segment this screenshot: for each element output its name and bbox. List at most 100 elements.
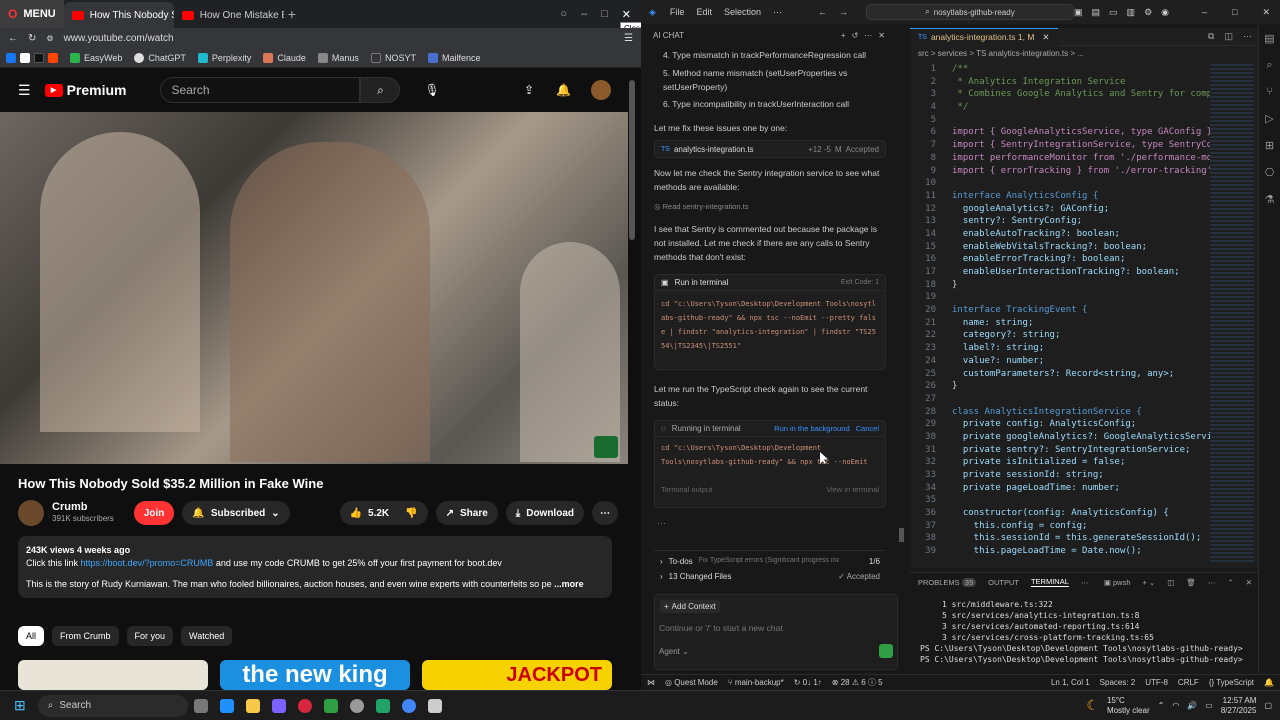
end-of-line[interactable]: CRLF [1178,678,1199,687]
opera-icon[interactable] [297,698,312,713]
close-window-icon[interactable]: ✕ [622,8,631,21]
run-in-background-button[interactable]: Run in the background [774,424,849,433]
more-actions-button[interactable]: ⋯ [592,501,618,525]
reload-icon[interactable]: ↻ [28,33,36,44]
trash-icon[interactable]: 🗑 [1186,578,1196,587]
channel-name[interactable]: Crumb [52,502,114,513]
problems-status[interactable]: ⊗ 28 ⚠ 6 ⓘ 5 [832,677,883,688]
copilot-icon[interactable] [219,698,234,713]
back-icon[interactable]: ← [8,33,18,44]
editor-tab[interactable]: TS analytics-integration.ts 1, M ✕ [910,27,1058,46]
close-window-icon[interactable]: ✕ [1262,7,1270,18]
menu-selection[interactable]: Selection [724,7,761,17]
maximize-icon[interactable]: □ [1232,7,1237,18]
chat-input[interactable]: Continue or '/' to start a new chat [655,618,897,638]
menu-edit[interactable]: Edit [696,7,712,17]
tab-output[interactable]: OUTPUT [988,578,1019,587]
breadcrumb[interactable]: src > services > TS analytics-integratio… [910,46,1260,62]
close-tab-icon[interactable]: ✕ [1042,32,1049,43]
search-tabs-icon[interactable]: ○ [560,8,567,20]
clock[interactable]: 12:57 AM 8/27/2025 [1221,696,1257,716]
maximize-panel-icon[interactable]: ⌃ [1227,578,1233,587]
url-field[interactable]: www.youtube.com/watch [64,33,614,44]
terminal-output[interactable]: 1 src/middleware.ts:322 5 src/services/a… [910,591,1260,665]
app-icon[interactable] [349,698,364,713]
recommended-thumbnail[interactable] [18,660,208,690]
search-icon[interactable]: ⌕ [1266,59,1272,72]
split-terminal-icon[interactable]: ◫ [1167,578,1174,587]
bookmark-mailfence[interactable]: Mailfence [427,52,480,63]
layout-icon[interactable]: ▣ [1074,7,1083,18]
voice-search-icon[interactable]: 🎙 [424,83,439,97]
thumbs-down-icon[interactable]: 👎 [405,508,417,519]
youtube-logo[interactable]: ▶ Premium [44,82,126,98]
git-branch[interactable]: ⑂ main-backup* [728,678,784,687]
weather-widget[interactable]: 15°C Mostly clear [1107,696,1150,716]
explorer-icon[interactable]: ▤ [1264,32,1274,45]
maximize-icon[interactable]: □ [601,8,608,20]
chip-all[interactable]: All [18,626,45,646]
site-info-icon[interactable]: ⚙ [46,34,53,43]
menu-file[interactable]: File [670,7,685,17]
changed-files-row[interactable]: › 13 Changed Files ✓ Accepted [654,566,886,581]
sidebar-toggle-icon[interactable]: ▤ [1092,7,1101,18]
tab-terminal[interactable]: TERMINAL [1030,577,1069,587]
join-button[interactable]: Join [133,501,175,525]
create-icon[interactable]: ⇪ [524,83,534,97]
promo-link[interactable]: https://boot.dev/?promo=CRUMB [81,558,214,568]
sync-status[interactable]: ↻ 0↓ 1↑ [794,678,822,687]
channel-avatar[interactable] [18,500,44,526]
hamburger-menu-icon[interactable]: ☰ [18,82,31,99]
chat-input-box[interactable]: + Add Context Continue or '/' to start a … [654,594,898,670]
send-button[interactable] [879,644,893,658]
new-terminal-icon[interactable]: + ⌄ [1143,578,1156,587]
minimize-icon[interactable]: – [1202,7,1207,18]
search-input[interactable]: Search [160,77,361,103]
app-icon[interactable] [271,698,286,713]
taskbar-search[interactable]: ⌕ Search [37,694,188,717]
recommended-thumbnail[interactable]: JACKPOT [422,660,612,690]
chip-from-crumb[interactable]: From Crumb [52,626,119,646]
run-debug-icon[interactable]: ▷ [1265,112,1273,125]
notifications-icon[interactable]: 🔔 [1264,678,1274,687]
bookmark-manus[interactable]: Manus [317,52,359,63]
quest-mode[interactable]: ◎ Quest Mode [665,678,718,687]
chat-scrollbar[interactable] [896,28,906,548]
video-description[interactable]: 243K views 4 weeks ago Click this link h… [18,536,612,598]
edited-file-chip[interactable]: TS analytics-integration.ts +12 -5 M Acc… [654,140,886,158]
secondary-sidebar-icon[interactable]: ▥ [1127,7,1136,18]
cancel-button[interactable]: Cancel [856,424,879,433]
task-view-icon[interactable] [193,698,208,713]
todos-row[interactable]: › To-dos Fix TypeScript errors (Signific… [654,551,886,566]
minimap[interactable] [1210,64,1254,564]
avatar[interactable] [591,80,611,100]
agent-mode-dropdown[interactable]: Agent ⌄ [659,647,689,656]
terminal-output-toggle[interactable]: Terminal output [661,485,712,494]
bookmark-claude[interactable]: Claude [263,52,306,63]
wifi-icon[interactable]: ◠ [1172,701,1179,710]
panel-toggle-icon[interactable]: ▭ [1109,7,1118,18]
like-button[interactable]: 👍 5.2K 👎 [339,501,428,525]
cursor-position[interactable]: Ln 1, Col 1 [1051,678,1090,687]
bookmark-easyweb[interactable]: EasyWeb [70,52,122,63]
settings-gear-icon[interactable]: ⚙ [1144,7,1152,18]
add-context-button[interactable]: + Add Context [660,600,720,613]
share-button[interactable]: ↗ Share [435,501,498,525]
nav-forward-icon[interactable]: → [839,7,848,17]
more-actions-icon[interactable]: ⋯ [1208,578,1216,587]
windows-start-icon[interactable]: ⊞ [14,697,26,714]
chip-for-you[interactable]: For you [126,626,174,646]
remote-indicator-icon[interactable]: ⋈ [647,678,655,687]
recommended-thumbnail[interactable]: the new king [220,660,410,690]
extensions-icon[interactable]: ☰ [624,33,633,44]
search-button[interactable]: ⌕ [360,77,401,103]
download-button[interactable]: ⤓ Download [505,501,584,525]
more-menus-icon[interactable]: ⋯ [773,7,782,18]
volume-icon[interactable]: 🔊 [1187,701,1197,710]
excel-icon[interactable] [375,698,390,713]
show-more-link[interactable]: ...more [554,579,584,589]
remote-icon[interactable]: ⎔ [1265,166,1275,179]
read-file-step[interactable]: ◎ Read sentry-integration.ts [654,202,749,211]
code-content[interactable]: 1/** 2 * Analytics Integration Service 3 *… [910,62,1210,562]
chat-actions-icon[interactable]: +↺⋯✕ [841,31,891,40]
